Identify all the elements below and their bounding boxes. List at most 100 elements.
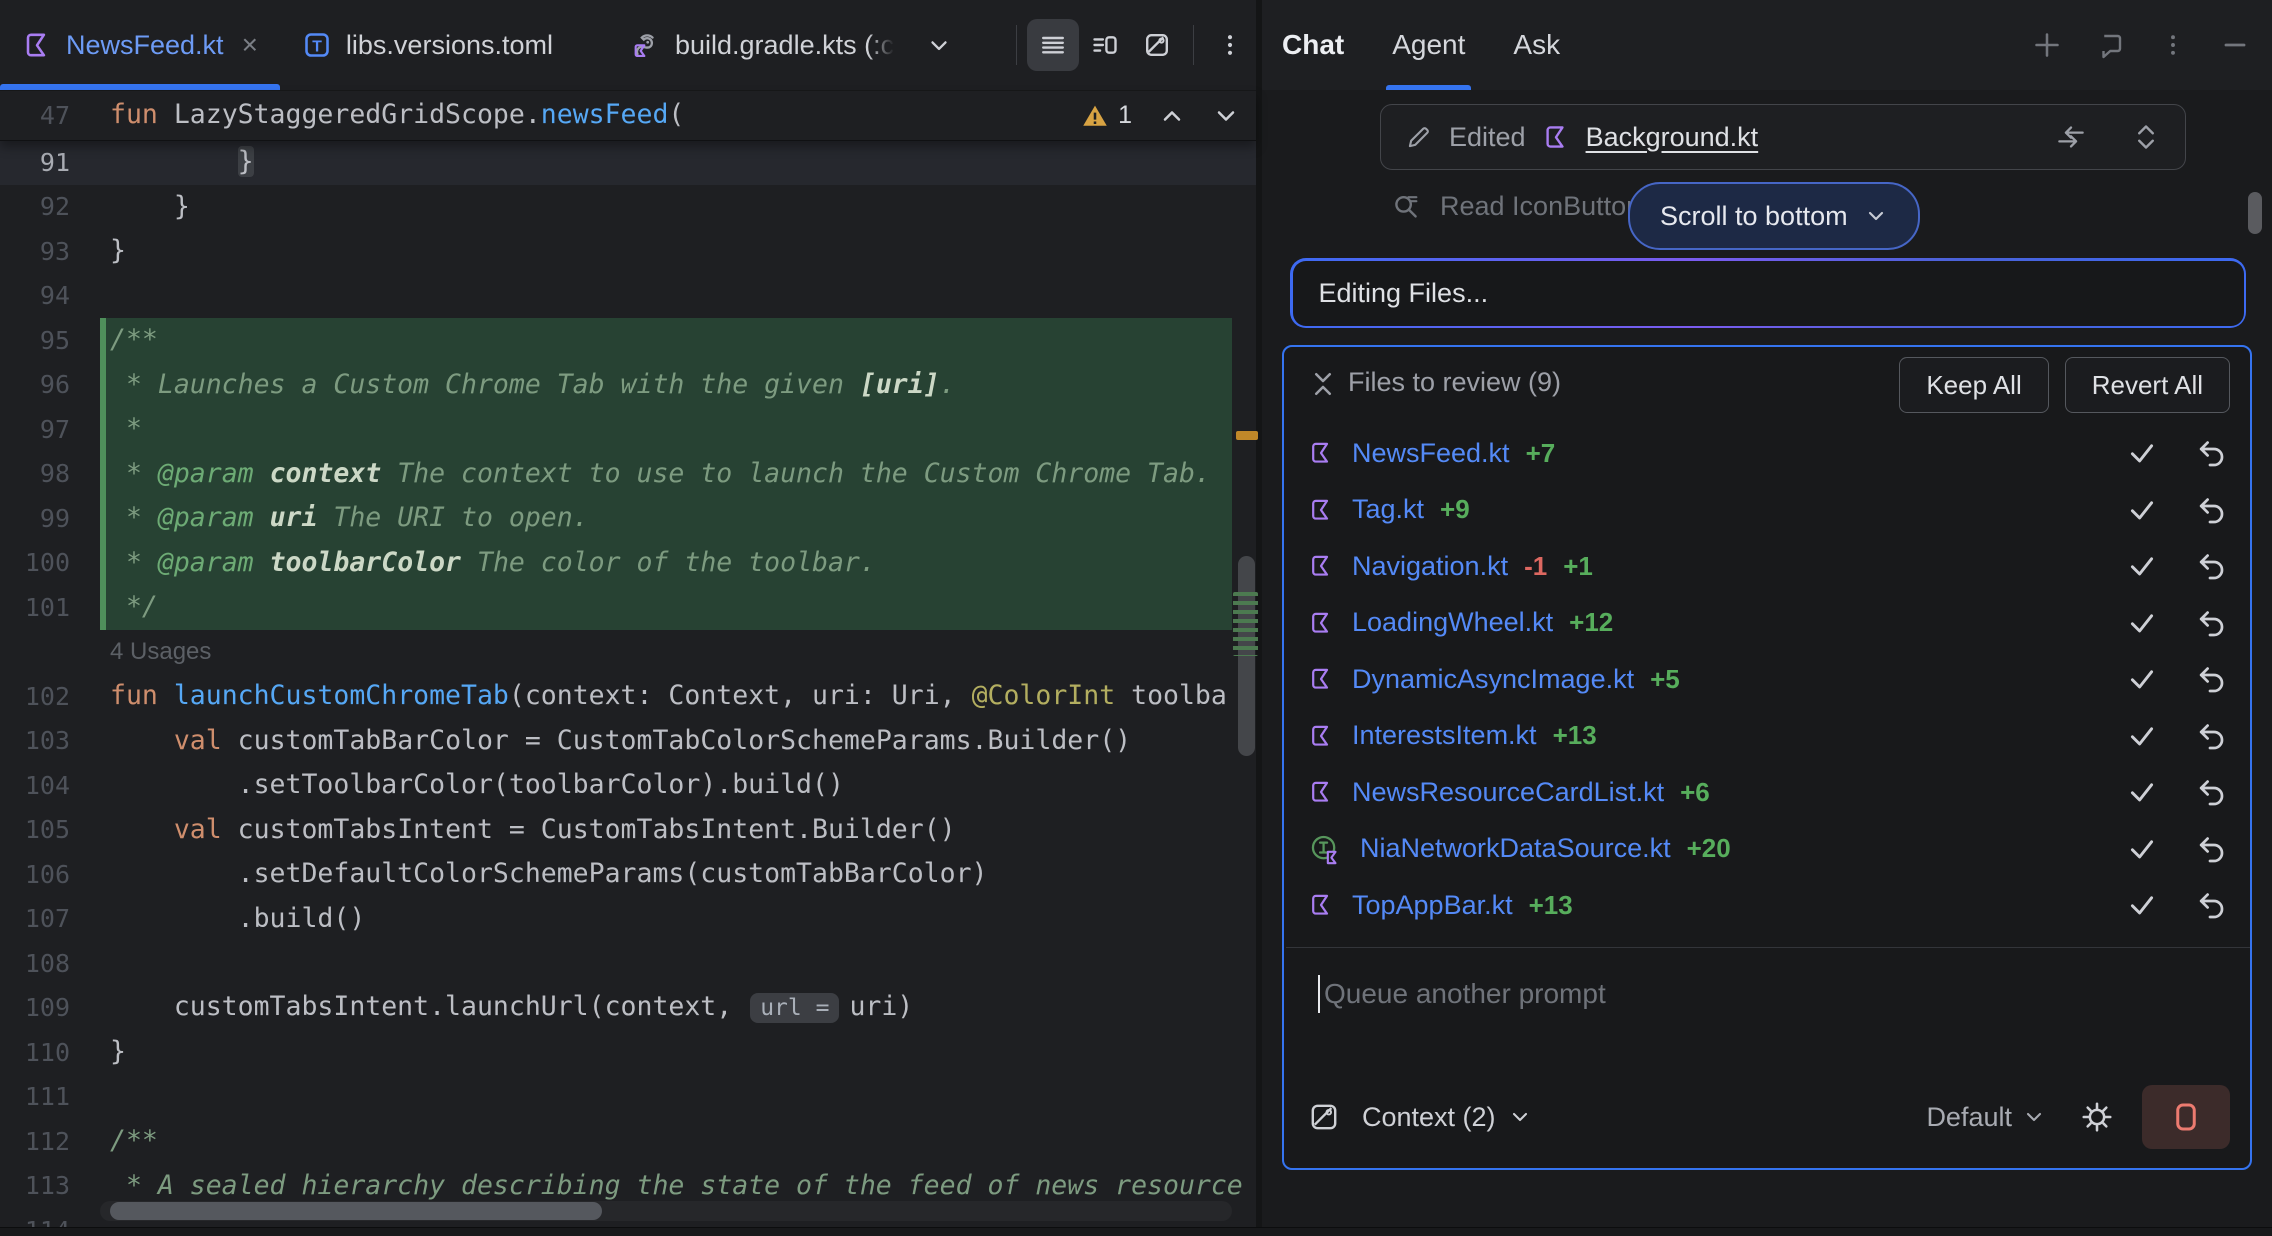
revert-file-icon[interactable] (2194, 889, 2226, 921)
editor-horizontal-scrollbar-track[interactable] (100, 1201, 1232, 1221)
chat-history-icon[interactable] (2096, 30, 2126, 60)
new-chat-icon[interactable] (2032, 30, 2062, 60)
tab-libs-versions-toml[interactable]: T libs.versions.toml (280, 0, 575, 90)
line-number: 103 (0, 726, 100, 755)
code-line[interactable]: 94 (0, 274, 1256, 319)
show-diff-icon[interactable] (2055, 122, 2087, 152)
code-line[interactable]: 93} (0, 229, 1256, 274)
revert-file-icon[interactable] (2194, 833, 2226, 865)
code-text: * @param toolbarColor The color of the t… (110, 541, 1256, 586)
code-line[interactable]: 101 */ (0, 585, 1256, 630)
revert-file-icon[interactable] (2194, 663, 2226, 695)
context-dropdown[interactable]: Context (2) (1362, 1102, 1496, 1133)
code-line[interactable]: 109 customTabsIntent.launchUrl(context, … (0, 986, 1256, 1031)
usages-count-label[interactable]: 4 Usages (110, 638, 211, 666)
revert-file-icon[interactable] (2194, 720, 2226, 752)
next-warning-icon[interactable] (1212, 102, 1240, 130)
chevron-down-icon[interactable] (1508, 1105, 1532, 1129)
view-split-button[interactable] (1079, 19, 1131, 71)
file-link[interactable]: DynamicAsyncImage.kt (1352, 664, 1634, 695)
revert-all-button[interactable]: Revert All (2065, 357, 2230, 413)
revert-file-icon[interactable] (2194, 776, 2226, 808)
file-link[interactable]: LoadingWheel.kt (1352, 607, 1553, 638)
chevron-down-icon[interactable] (926, 32, 952, 58)
code-line[interactable]: 105 val customTabsIntent = CustomTabsInt… (0, 808, 1256, 853)
file-link[interactable]: Navigation.kt (1352, 551, 1508, 582)
code-line[interactable]: 102fun launchCustomChromeTab(context: Co… (0, 674, 1256, 719)
code-line[interactable]: 107 .build() (0, 897, 1256, 942)
stop-generation-button[interactable] (2142, 1085, 2230, 1149)
editor-horizontal-scrollbar-thumb[interactable] (110, 1202, 602, 1220)
keep-file-icon[interactable] (2126, 550, 2158, 582)
keep-file-icon[interactable] (2126, 889, 2158, 921)
revert-file-icon[interactable] (2194, 550, 2226, 582)
chat-scrollbar-thumb[interactable] (2248, 192, 2262, 234)
file-link[interactable]: NiaNetworkDataSource.kt (1360, 833, 1671, 864)
code-line[interactable]: 112/** (0, 1119, 1256, 1164)
model-dropdown[interactable]: Default (1926, 1102, 2012, 1133)
file-link[interactable]: NewsFeed.kt (1352, 438, 1510, 469)
panel-title: Chat (1282, 29, 1344, 61)
code-area[interactable]: 91 }92 }93} 94 95/**96 * Launches a Custom… (0, 140, 1256, 1236)
attach-image-icon[interactable] (1308, 1101, 1340, 1133)
revert-file-icon[interactable] (2194, 607, 2226, 639)
code-line[interactable]: 96 * Launches a Custom Chrome Tab with t… (0, 363, 1256, 408)
close-tab-icon[interactable]: × (242, 29, 258, 61)
keep-file-icon[interactable] (2126, 833, 2158, 865)
sticky-function-header[interactable]: 47 fun LazyStaggeredGridScope.newsFeed( … (0, 91, 1256, 141)
keep-file-icon[interactable] (2126, 437, 2158, 469)
code-line[interactable]: 95/** (0, 318, 1256, 363)
collapse-section-icon[interactable] (1308, 369, 1338, 399)
keep-file-icon[interactable] (2126, 720, 2158, 752)
editor-vertical-scrollbar[interactable] (1238, 556, 1255, 756)
keep-file-icon[interactable] (2126, 494, 2158, 526)
view-preview-button[interactable] (1131, 19, 1183, 71)
keep-file-icon[interactable] (2126, 663, 2158, 695)
previous-warning-icon[interactable] (1158, 102, 1186, 130)
file-link[interactable]: InterestsItem.kt (1352, 720, 1537, 751)
tab-ask[interactable]: Ask (1513, 0, 1560, 90)
code-line[interactable]: 91 } (0, 140, 1256, 185)
code-line[interactable]: 110} (0, 1030, 1256, 1075)
revert-file-icon[interactable] (2194, 494, 2226, 526)
settings-gear-icon[interactable] (2080, 1100, 2114, 1134)
code-line[interactable]: 108 (0, 941, 1256, 986)
chevron-down-icon[interactable] (2022, 1105, 2046, 1129)
code-line[interactable]: 104 .setToolbarColor(toolbarColor).build… (0, 763, 1256, 808)
code-line[interactable]: 100 * @param toolbarColor The color of t… (0, 541, 1256, 586)
code-line[interactable]: 97 * (0, 407, 1256, 452)
code-line[interactable]: 106 .setDefaultColorSchemeParams(customT… (0, 852, 1256, 897)
tab-newsfeed-kt[interactable]: NewsFeed.kt × (0, 0, 280, 90)
file-link[interactable]: Tag.kt (1352, 494, 1424, 525)
scroll-to-bottom-button[interactable]: Scroll to bottom (1628, 182, 1920, 250)
keep-file-icon[interactable] (2126, 607, 2158, 639)
error-stripe-diff-marks[interactable] (1233, 592, 1258, 656)
keep-file-icon[interactable] (2126, 776, 2158, 808)
edited-file-link[interactable]: Background.kt (1586, 122, 1759, 153)
tool-call-text: Read IconButton. (1440, 191, 1649, 222)
expand-card-icon[interactable] (2131, 122, 2161, 152)
code-line[interactable]: 98 * @param context The context to use t… (0, 452, 1256, 497)
warning-icon[interactable] (1080, 102, 1110, 130)
file-link[interactable]: TopAppBar.kt (1352, 890, 1513, 921)
files-to-review-title: Files to review (9) (1348, 367, 1561, 398)
panel-more-menu-icon[interactable] (2160, 32, 2186, 58)
line-number: 94 (0, 281, 100, 310)
edited-file-card[interactable]: Edited Background.kt (1380, 104, 2186, 170)
code-line[interactable]: 99 * @param uri The URI to open. (0, 496, 1256, 541)
minimize-panel-icon[interactable] (2220, 30, 2250, 60)
editor-more-menu-icon[interactable] (1204, 19, 1256, 71)
tab-agent[interactable]: Agent (1392, 0, 1465, 90)
view-list-button[interactable] (1027, 19, 1079, 71)
revert-file-icon[interactable] (2194, 437, 2226, 469)
code-line[interactable]: 111 (0, 1075, 1256, 1120)
code-text: /** (110, 1119, 1256, 1164)
code-line[interactable]: 92 } (0, 185, 1256, 230)
keep-all-button[interactable]: Keep All (1899, 357, 2048, 413)
file-link[interactable]: NewsResourceCardList.kt (1352, 777, 1664, 808)
code-line[interactable]: 103 val customTabBarColor = CustomTabCol… (0, 719, 1256, 764)
usages-inlay-hint[interactable]: 4 Usages (0, 630, 1256, 675)
tab-build-gradle-kts[interactable]: build.gradle.kts (:c (605, 0, 974, 90)
error-stripe-warning-mark[interactable] (1236, 431, 1258, 440)
prompt-input[interactable]: Queue another prompt (1318, 975, 1606, 1013)
